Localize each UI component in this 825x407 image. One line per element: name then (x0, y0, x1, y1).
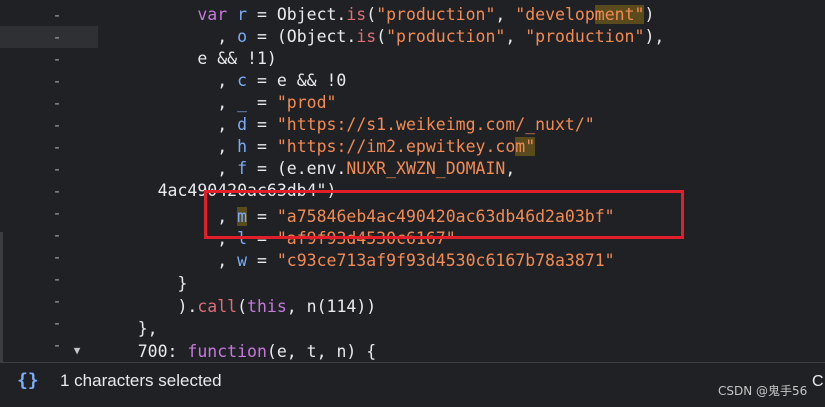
code-line: , w = "c93ce713af9f93d4530c6167b78a3871" (217, 251, 615, 270)
watermark-text: CSDN @鬼手56 (718, 384, 808, 398)
diff-marker: - (52, 116, 62, 134)
clipped-label: C (812, 373, 824, 390)
highlight-annotation-box (204, 190, 684, 239)
diff-marker: - (52, 28, 62, 46)
code-line: , c = e && !0 (217, 71, 347, 90)
curly-braces-icon[interactable]: {} (17, 370, 39, 391)
code-line: , f = (e.env.NUXR_XWZN_DOMAIN, (217, 159, 516, 178)
diff-marker: - (52, 160, 62, 178)
code-line: , d = "https://s1.weikeimg.com/_nuxt/" (217, 115, 595, 134)
diff-marker: - (52, 314, 62, 332)
diff-marker: - (52, 248, 62, 266)
code-line: } (177, 274, 188, 293)
diff-marker: - (52, 94, 62, 112)
code-line: ).call(this, n(114)) (177, 297, 377, 316)
line-gutter: - - - - - - - - - - - - - - - - ▼ (0, 0, 98, 362)
diff-marker: - (52, 182, 62, 200)
code-line: 700: function(e, t, n) { (137, 342, 377, 361)
diff-marker: - (52, 204, 62, 222)
diff-marker: - (52, 226, 62, 244)
diff-marker: - (52, 270, 62, 288)
selection-status-text: 1 characters selected (60, 371, 222, 390)
code-line: , o = (Object.is("production", "producti… (217, 27, 665, 46)
diff-marker: - (52, 292, 62, 310)
diff-marker: - (52, 138, 62, 156)
status-bar: {} 1 characters selected CSDN @鬼手56 C (0, 362, 825, 407)
code-editor[interactable]: var r = Object.is("production", "develop… (98, 0, 825, 362)
code-line: , h = "https://im2.epwitkey.com" (217, 137, 536, 156)
diff-marker: - (52, 336, 62, 354)
code-line: }, (137, 319, 158, 338)
active-line-highlight (0, 26, 98, 48)
diff-marker: - (52, 72, 62, 90)
fold-arrow-icon[interactable]: ▼ (70, 340, 84, 362)
diff-marker: - (52, 50, 62, 68)
scrollbar-track[interactable] (0, 232, 3, 362)
code-line: e && !1) (197, 49, 277, 68)
code-line: , _ = "prod" (217, 93, 337, 112)
diff-marker: - (52, 6, 62, 24)
code-line: var r = Object.is("production", "develop… (197, 5, 655, 24)
